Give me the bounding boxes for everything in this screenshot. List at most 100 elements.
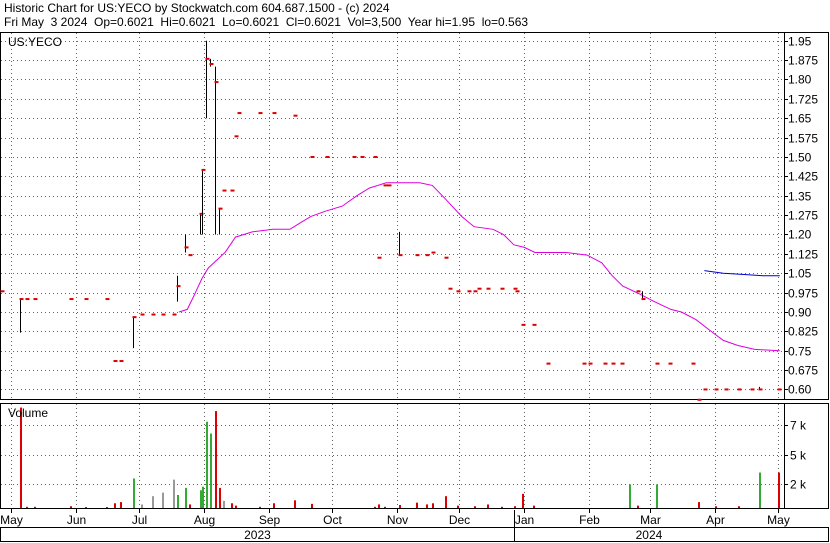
price-tick-label: 1.725 (788, 93, 818, 107)
price-tick-label: 0.675 (788, 364, 818, 378)
price-panel-title: US:YECO (8, 35, 62, 49)
volume-bar (384, 506, 386, 508)
volume-bar (629, 484, 631, 508)
volume-bar (698, 502, 700, 508)
month-tick-label: Nov (387, 513, 408, 527)
volume-bar (219, 487, 221, 508)
volume-bar (235, 505, 237, 508)
volume-bar (215, 411, 217, 508)
volume-bar (177, 495, 179, 508)
volume-bar (656, 484, 658, 508)
year-band-frame (0, 527, 829, 542)
volume-tick-label: 2 k (790, 478, 807, 492)
price-tick-label: 1.20 (788, 228, 812, 242)
volume-bar (715, 506, 717, 508)
price-tick-label: 1.575 (788, 132, 818, 146)
volume-bar (20, 407, 22, 508)
volume-bar (259, 506, 261, 508)
volume-bar (637, 505, 639, 508)
price-tick-label: 1.425 (788, 170, 818, 184)
volume-bar (378, 504, 380, 508)
volume-bar (399, 505, 401, 508)
volume-bar (533, 505, 535, 508)
volume-bar (231, 503, 233, 508)
price-tick-label: 0.75 (788, 345, 812, 359)
volume-bar (522, 493, 524, 508)
month-axis: May Jun Jul Aug Sep Oct Nov Dec Jan Feb Mar Apr May (0, 509, 790, 527)
volume-tick-label: 7 k (790, 419, 807, 433)
year-label: 2024 (636, 528, 663, 542)
volume-panel-title: Volume (8, 406, 48, 420)
volume-grid (1, 404, 784, 508)
volume-bar (223, 500, 225, 508)
volume-y-axis: 7 k 5 k 2 k (784, 419, 807, 492)
volume-bar (457, 505, 459, 508)
volume-bar (474, 506, 476, 508)
volume-bar (173, 479, 175, 508)
price-bars (0, 40, 782, 401)
volume-bar (26, 506, 28, 508)
volume-bar (273, 503, 275, 508)
price-tick-label: 1.95 (788, 35, 812, 49)
price-tick-label: 1.50 (788, 151, 812, 165)
month-tick-label: Jan (515, 513, 534, 527)
volume-bar (294, 500, 296, 508)
month-tick-label: Oct (323, 513, 342, 527)
volume-bar (416, 502, 418, 508)
volume-bar (759, 472, 761, 508)
volume-bar (34, 506, 36, 508)
volume-tick-label: 5 k (790, 449, 807, 463)
volume-bar (738, 506, 740, 508)
volume-bar (445, 496, 447, 508)
month-tick-label: Dec (449, 513, 470, 527)
volume-bar (114, 503, 116, 508)
price-y-axis: 1.95 1.875 1.80 1.725 1.65 1.575 1.50 1.425 1.35… (784, 35, 818, 397)
price-tick-label: 1.275 (788, 209, 818, 223)
volume-bar (426, 504, 428, 508)
volume-bar (374, 506, 376, 508)
price-tick-label: 0.825 (788, 325, 818, 339)
volume-bar (206, 421, 208, 508)
month-tick-label: May (0, 513, 23, 527)
volume-bar (514, 506, 516, 508)
price-tick-label: 1.80 (788, 73, 812, 87)
month-tick-label: Mar (640, 513, 661, 527)
price-tick-label: 0.975 (788, 287, 818, 301)
volume-bar (70, 506, 72, 508)
month-tick-label: Jun (67, 513, 86, 527)
volume-bars (20, 407, 780, 509)
volume-bar (311, 503, 313, 508)
price-tick-label: 1.125 (788, 248, 818, 262)
price-grid (1, 33, 784, 399)
price-tick-label: 1.875 (788, 54, 818, 68)
volume-bar (778, 472, 780, 508)
month-tick-label: Aug (194, 513, 215, 527)
month-tick-label: Sep (259, 513, 281, 527)
volume-bar (185, 487, 187, 508)
volume-panel-frame (0, 403, 829, 509)
month-tick-label: Apr (706, 513, 725, 527)
price-tick-label: 1.05 (788, 267, 812, 281)
month-tick-label: Jul (132, 513, 147, 527)
volume-bar (432, 503, 434, 508)
volume-bar (85, 507, 87, 509)
stock-chart: 1.95 1.875 1.80 1.725 1.65 1.575 1.50 1.425 1.35… (0, 32, 829, 542)
chart-frames (0, 32, 829, 542)
price-panel-frame (0, 32, 829, 400)
month-tick-label: May (767, 513, 790, 527)
volume-bar (152, 496, 154, 508)
volume-bar (210, 433, 212, 508)
volume-bar (106, 507, 108, 509)
volume-bar (162, 492, 164, 508)
volume-bar (202, 486, 204, 508)
volume-bar (501, 506, 503, 508)
price-tick-label: 0.90 (788, 306, 812, 320)
volume-bar (141, 504, 143, 508)
volume-bar (120, 502, 122, 508)
volume-bar (200, 490, 202, 508)
price-tick-label: 1.35 (788, 190, 812, 204)
volume-bar (487, 504, 489, 508)
year-label: 2023 (244, 528, 271, 542)
volume-bar (133, 478, 135, 508)
price-tick-label: 0.60 (788, 383, 812, 397)
